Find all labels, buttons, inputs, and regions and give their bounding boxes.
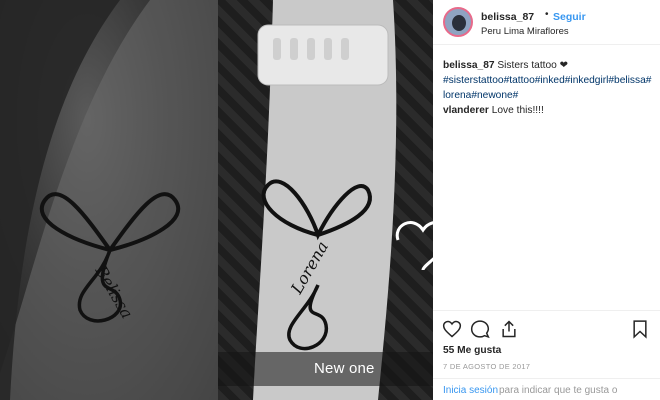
- caption-hashtags[interactable]: #sisterstattoo#tattoo#inked#inkedgirl#be…: [443, 75, 651, 101]
- snap-caption-bar: New one: [218, 352, 433, 386]
- comment-text: Love this!!!!: [488, 105, 544, 116]
- snap-caption-text: New one: [314, 360, 375, 377]
- avatar[interactable]: [443, 7, 473, 37]
- left-arm-tattoo: Belissa: [0, 0, 218, 400]
- post-date: 7 DE AGOSTO DE 2017: [443, 362, 531, 371]
- right-arm-tattoo: Lorena: [218, 0, 433, 400]
- comment-icon[interactable]: [470, 319, 490, 339]
- comment-username[interactable]: vlanderer: [443, 105, 489, 116]
- follow-button[interactable]: Seguir: [553, 11, 586, 23]
- photo-right-panel: Lorena: [218, 0, 433, 400]
- login-prompt: Inicia sesión para indicar que te gusta …: [433, 378, 660, 396]
- post-caption: belissa_87 Sisters tattoo ❤ #sisterstatt…: [443, 58, 653, 103]
- post-side-panel: belissa_87 • Seguir Peru Lima Miraflores…: [433, 0, 660, 400]
- login-link[interactable]: Inicia sesión: [443, 385, 498, 396]
- caption-username[interactable]: belissa_87: [443, 60, 495, 71]
- post-header: belissa_87 • Seguir Peru Lima Miraflores: [433, 0, 660, 45]
- heart-icon[interactable]: [442, 319, 462, 339]
- post-photo[interactable]: Belissa Lorena New one: [0, 0, 433, 400]
- share-icon[interactable]: [499, 319, 519, 339]
- location-link[interactable]: Peru Lima Miraflores: [481, 26, 569, 37]
- comment-item: vlanderer Love this!!!!: [443, 105, 544, 116]
- likes-count[interactable]: 55 Me gusta: [443, 345, 501, 356]
- login-suffix-text: para indicar que te gusta o: [499, 385, 618, 396]
- header-username[interactable]: belissa_87: [481, 11, 534, 23]
- separator-dot: •: [545, 9, 549, 20]
- photo-left-panel: Belissa: [0, 0, 218, 400]
- action-bar: [433, 310, 660, 345]
- caption-text: Sisters tattoo ❤: [494, 60, 569, 71]
- bookmark-icon[interactable]: [630, 319, 650, 339]
